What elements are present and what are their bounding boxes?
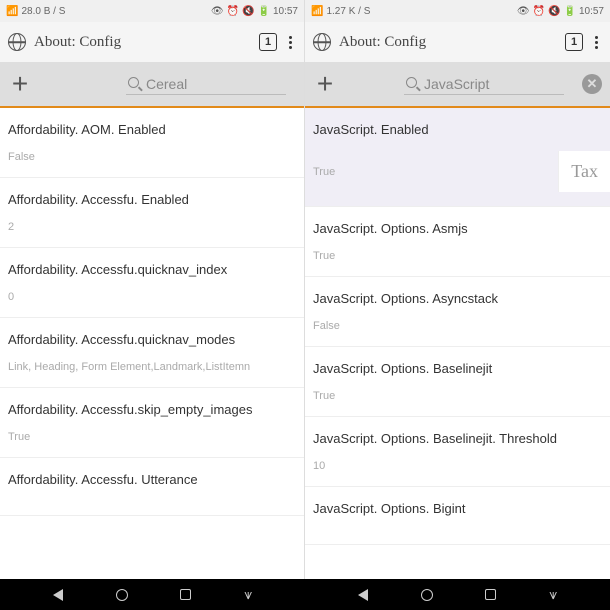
config-list-right[interactable]: JavaScript. EnabledTrueTaxJavaScript. Op… [305,108,610,579]
back-button[interactable] [53,589,63,601]
screen-right: 📶 1.27 K / S 👁 ⏰ 🔇 🔋 10:57 About: Config… [305,0,610,579]
page-title: About: Config [339,34,557,51]
config-row[interactable]: Affordability. Accessfu. Utterance [0,458,304,516]
home-button[interactable] [421,589,433,601]
search-icon [128,77,142,91]
home-button[interactable] [116,589,128,601]
config-row-title: JavaScript. Enabled [305,108,610,143]
alarm-icon: ⏰ [227,6,239,17]
mute-icon: 🔇 [548,6,560,17]
config-row-title: JavaScript. Options. Baselinejit. Thresh… [305,417,610,452]
tab-count-button[interactable]: 1 [565,33,583,51]
config-row[interactable]: JavaScript. Options. BaselinejitTrue [305,347,610,417]
battery-icon: 🔋 [258,6,270,17]
menu-button[interactable] [285,36,296,49]
add-button[interactable]: + [8,68,32,100]
search-text: Cereal [146,76,284,92]
config-row[interactable]: Affordability. Accessfu.quicknav_modesLi… [0,318,304,388]
config-row-value: 10 [305,452,610,486]
config-row-value: True [305,242,610,276]
config-row-title: Affordability. Accessfu.skip_empty_image… [0,388,304,423]
config-row-title: JavaScript. Options. Bigint [305,487,610,522]
status-bar: 📶 1.27 K / S 👁 ⏰ 🔇 🔋 10:57 [305,0,610,22]
config-row-title: JavaScript. Options. Asmjs [305,207,610,242]
config-row[interactable]: JavaScript. Options. AsyncstackFalse [305,277,610,347]
signal-icon: 📶 [6,6,18,17]
signal-icon: 📶 [311,6,323,17]
config-row-title: Affordability. Accessfu.quicknav_modes [0,318,304,353]
globe-icon [313,33,331,51]
mute-icon: 🔇 [242,6,254,17]
config-row-title: Affordability. AOM. Enabled [0,108,304,143]
config-row[interactable]: JavaScript. Options. Baselinejit. Thresh… [305,417,610,487]
config-row-title: Affordability. Accessfu. Enabled [0,178,304,213]
recent-button[interactable] [180,589,191,600]
eye-icon: 👁 [517,6,530,17]
config-row[interactable]: JavaScript. EnabledTrueTax [305,108,610,207]
config-row-value: Link, Heading, Form Element,Landmark,Lis… [0,353,304,387]
config-list-left[interactable]: Affordability. AOM. EnabledFalseAffordab… [0,108,304,579]
config-row-value: True [305,382,610,416]
back-button[interactable] [358,589,368,601]
config-row-title: Affordability. Accessfu.quicknav_index [0,248,304,283]
add-button[interactable]: + [313,68,337,100]
title-bar: About: Config 1 [305,22,610,62]
drawer-button[interactable]: ⩛ [244,586,252,603]
alarm-icon: ⏰ [533,6,545,17]
config-row[interactable]: Affordability. Accessfu.quicknav_index0 [0,248,304,318]
search-icon [406,77,420,91]
clock: 10:57 [579,6,604,17]
config-row-value: TrueTax [305,143,610,206]
config-row-value: True [0,423,304,457]
search-bar: + JavaScript ✕ [305,62,610,106]
config-row-value [305,522,610,544]
config-row-value [0,493,304,515]
tab-count-button[interactable]: 1 [259,33,277,51]
search-input[interactable]: JavaScript [404,74,564,95]
config-row-value: 2 [0,213,304,247]
menu-button[interactable] [591,36,602,49]
recent-button[interactable] [485,589,496,600]
search-input[interactable]: Cereal [126,74,286,95]
config-row[interactable]: Affordability. AOM. EnabledFalse [0,108,304,178]
config-row[interactable]: JavaScript. Options. AsmjsTrue [305,207,610,277]
config-row[interactable]: JavaScript. Options. Bigint [305,487,610,545]
android-navbar: ⩛ ⩛ [0,579,610,610]
clear-search-button[interactable]: ✕ [582,74,602,94]
config-row-value: False [0,143,304,177]
net-speed: 1.27 K / S [326,6,370,17]
config-row-title: JavaScript. Options. Baselinejit [305,347,610,382]
globe-icon [8,33,26,51]
config-row[interactable]: Affordability. Accessfu.skip_empty_image… [0,388,304,458]
tax-label: Tax [558,151,610,192]
config-row-value: False [305,312,610,346]
status-bar: 📶 28.0 B / S 👁 ⏰ 🔇 🔋 10:57 [0,0,304,22]
battery-icon: 🔋 [564,6,576,17]
config-row-title: Affordability. Accessfu. Utterance [0,458,304,493]
net-speed: 28.0 B / S [21,6,65,17]
title-bar: About: Config 1 [0,22,304,62]
clock: 10:57 [273,6,298,17]
screen-left: 📶 28.0 B / S 👁 ⏰ 🔇 🔋 10:57 About: Config… [0,0,305,579]
search-bar: + Cereal [0,62,304,106]
config-row-title: JavaScript. Options. Asyncstack [305,277,610,312]
search-text: JavaScript [424,76,562,92]
eye-icon: 👁 [211,6,224,17]
config-row-value: 0 [0,283,304,317]
drawer-button[interactable]: ⩛ [549,586,557,603]
page-title: About: Config [34,34,251,51]
config-row[interactable]: Affordability. Accessfu. Enabled2 [0,178,304,248]
